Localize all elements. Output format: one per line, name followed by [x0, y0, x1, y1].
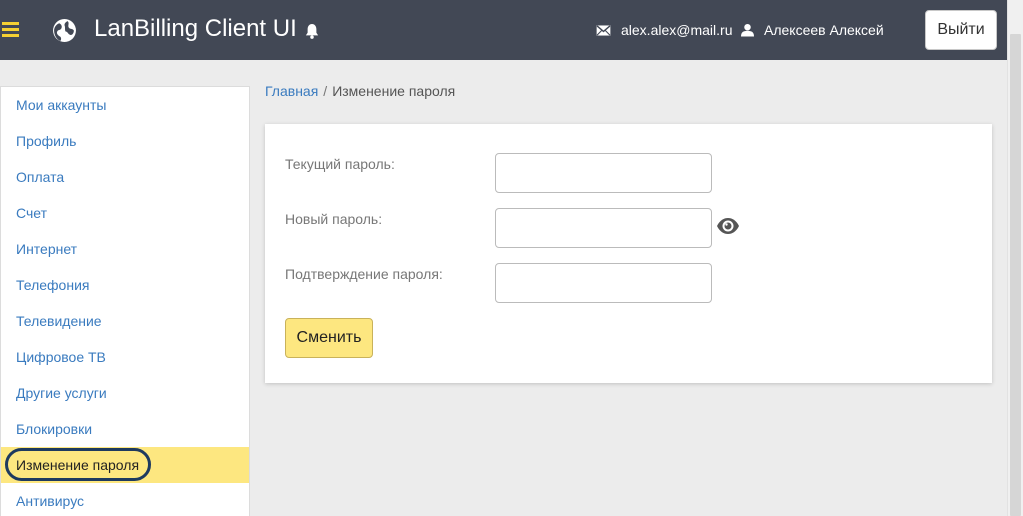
- new-password-input[interactable]: [495, 208, 712, 248]
- current-password-input[interactable]: [495, 153, 712, 193]
- logout-button[interactable]: Выйти: [925, 10, 997, 50]
- top-header: LanBilling Client UI alex.alex@mail.ru А…: [0, 0, 1007, 60]
- confirm-password-label: Подтверждение пароля:: [285, 266, 443, 282]
- eye-icon[interactable]: [716, 216, 740, 236]
- change-password-button[interactable]: Сменить: [285, 318, 373, 358]
- current-password-label: Текущий пароль:: [285, 156, 395, 172]
- breadcrumb: Главная / Изменение пароля: [265, 83, 455, 99]
- new-password-label: Новый пароль:: [285, 211, 383, 227]
- user-name: Алексеев Алексей: [764, 22, 884, 38]
- user-email: alex.alex@mail.ru: [621, 22, 733, 38]
- confirm-password-input[interactable]: [495, 263, 712, 303]
- sidebar-item-internet[interactable]: Интернет: [1, 231, 249, 267]
- sidebar-item-other-services[interactable]: Другие услуги: [1, 375, 249, 411]
- sidebar-item-television[interactable]: Телевидение: [1, 303, 249, 339]
- breadcrumb-separator: /: [323, 83, 328, 99]
- globe-icon: [53, 19, 76, 42]
- sidebar-menu: Мои аккаунты Профиль Оплата Счет Интерне…: [0, 86, 250, 516]
- sidebar-item-digital-tv[interactable]: Цифровое ТВ: [1, 339, 249, 375]
- sidebar-item-my-accounts[interactable]: Мои аккаунты: [1, 87, 249, 123]
- scrollbar-thumb[interactable]: [1010, 34, 1021, 516]
- sidebar-item-change-password[interactable]: Изменение пароля: [1, 447, 249, 483]
- breadcrumb-current: Изменение пароля: [332, 83, 456, 99]
- page-scrollbar[interactable]: [1007, 0, 1023, 516]
- app-title: LanBilling Client UI: [94, 15, 297, 42]
- breadcrumb-home-link[interactable]: Главная: [265, 83, 318, 99]
- user-icon: [741, 23, 754, 37]
- sidebar-item-telephony[interactable]: Телефония: [1, 267, 249, 303]
- sidebar-item-antivirus[interactable]: Антивирус: [1, 483, 249, 516]
- sidebar-item-blocks[interactable]: Блокировки: [1, 411, 249, 447]
- bell-icon[interactable]: [305, 23, 319, 39]
- envelope-icon: [596, 25, 611, 36]
- sidebar-item-payment[interactable]: Оплата: [1, 159, 249, 195]
- hamburger-icon[interactable]: [2, 22, 19, 38]
- sidebar-item-profile[interactable]: Профиль: [1, 123, 249, 159]
- sidebar-item-label: Изменение пароля: [16, 457, 140, 473]
- change-password-form: Текущий пароль: Новый пароль: Подтвержде…: [265, 124, 992, 383]
- sidebar-item-invoice[interactable]: Счет: [1, 195, 249, 231]
